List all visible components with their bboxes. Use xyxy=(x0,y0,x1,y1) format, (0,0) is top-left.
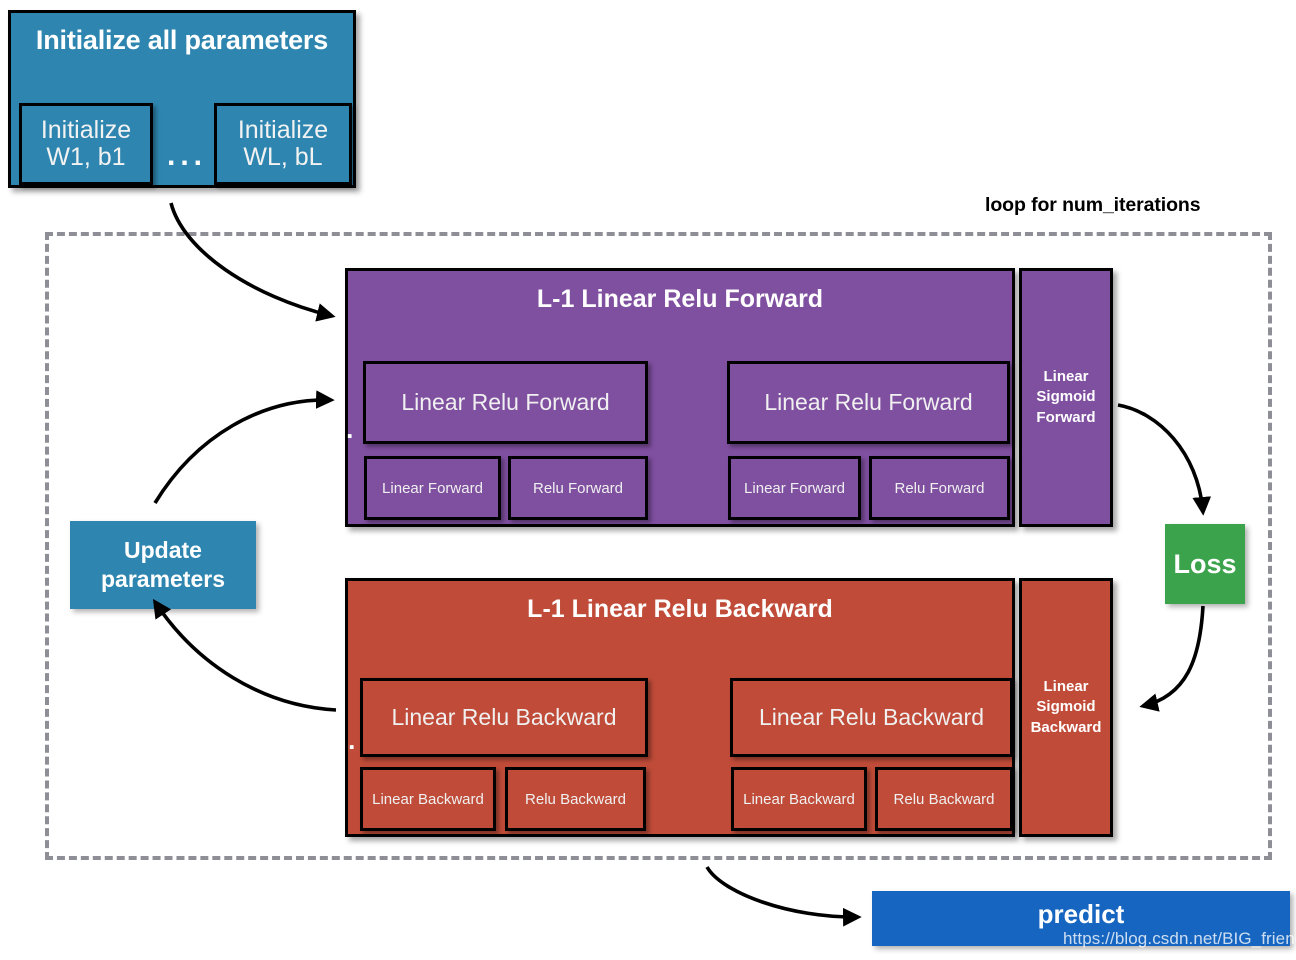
relu-forward-box-2-label: Relu Forward xyxy=(894,479,985,497)
linear-backward-box-1-label: Linear Backward xyxy=(372,790,484,808)
linear-backward-box-2-label: Linear Backward xyxy=(743,790,855,808)
linear-forward-box-2-label: Linear Forward xyxy=(744,479,845,497)
backward-block: L-1 Linear Relu Backward Linear Relu Bac… xyxy=(345,578,1015,837)
linear-backward-box-2: Linear Backward xyxy=(731,767,867,831)
loss-block: Loss xyxy=(1165,524,1245,604)
initialize-last-layer-box: Initialize WL, bL xyxy=(214,103,352,185)
predict-label: predict xyxy=(1037,899,1125,929)
update-parameters-line1: Update xyxy=(124,537,202,564)
linear-relu-backward-unit-2-label: Linear Relu Backward xyxy=(758,704,984,730)
linear-forward-box-2: Linear Forward xyxy=(728,456,861,520)
linear-sigmoid-forward-line2: Sigmoid xyxy=(1036,388,1096,406)
relu-backward-box-2: Relu Backward xyxy=(875,767,1013,831)
linear-forward-box-1: Linear Forward xyxy=(364,456,501,520)
backward-title: L-1 Linear Relu Backward xyxy=(527,595,833,623)
linear-relu-forward-unit-1: Linear Relu Forward xyxy=(363,361,648,444)
forward-ellipsis: ... xyxy=(317,414,361,444)
linear-relu-forward-unit-2: Linear Relu Forward xyxy=(727,361,1010,444)
relu-backward-box-1: Relu Backward xyxy=(505,767,646,831)
relu-forward-box-2: Relu Forward xyxy=(869,456,1010,520)
relu-backward-box-1-label: Relu Backward xyxy=(525,790,626,808)
initialize-first-layer-box: Initialize W1, b1 xyxy=(19,103,153,185)
linear-relu-backward-unit-2: Linear Relu Backward xyxy=(730,678,1013,757)
watermark-text: https://blog.csdn.net/BIG_friend xyxy=(1063,929,1296,948)
linear-sigmoid-backward-block: Linear Sigmoid Backward xyxy=(1019,578,1113,837)
update-parameters-line2: parameters xyxy=(100,566,226,592)
relu-backward-box-2-label: Relu Backward xyxy=(893,790,995,808)
linear-sigmoid-forward-line1: Linear xyxy=(1043,368,1089,386)
linear-sigmoid-forward-line3: Forward xyxy=(1036,408,1096,426)
linear-relu-backward-unit-1: Linear Relu Backward xyxy=(360,678,648,757)
loss-label: Loss xyxy=(1173,548,1237,579)
forward-block: L-1 Linear Relu Forward Linear Relu Forw… xyxy=(345,268,1015,527)
linear-relu-forward-unit-2-label: Linear Relu Forward xyxy=(764,389,973,415)
update-parameters-block: Update parameters xyxy=(70,521,256,609)
initialize-last-layer-line2: WL, bL xyxy=(243,143,323,171)
linear-sigmoid-backward-line1: Linear xyxy=(1043,678,1089,696)
linear-backward-box-1: Linear Backward xyxy=(360,767,496,831)
initialize-title: Initialize all parameters xyxy=(35,25,329,55)
linear-sigmoid-forward-label: Linear Sigmoid Forward xyxy=(1022,367,1110,428)
initialize-first-layer-label: Initialize W1, b1 xyxy=(22,115,150,172)
initialize-all-parameters-block: Initialize all parameters Initialize W1,… xyxy=(8,10,356,188)
linear-sigmoid-forward-block: Linear Sigmoid Forward xyxy=(1019,268,1113,527)
arrow-loop-to-predict xyxy=(705,866,862,927)
initialize-last-layer-line1: Initialize xyxy=(237,115,329,144)
initialize-first-layer-line2: W1, b1 xyxy=(46,143,126,171)
relu-forward-box-1: Relu Forward xyxy=(508,456,648,520)
linear-sigmoid-backward-line3: Backward xyxy=(1030,718,1102,736)
relu-forward-box-1-label: Relu Forward xyxy=(532,479,624,497)
linear-sigmoid-backward-label: Linear Sigmoid Backward xyxy=(1022,677,1110,738)
backward-ellipsis: ... xyxy=(319,725,363,755)
diagram-canvas: Initialize all parameters Initialize W1,… xyxy=(0,0,1296,960)
update-parameters-label: Update parameters xyxy=(70,536,256,594)
linear-forward-box-1-label: Linear Forward xyxy=(382,479,483,497)
linear-sigmoid-backward-line2: Sigmoid xyxy=(1036,698,1096,716)
linear-relu-forward-unit-1-label: Linear Relu Forward xyxy=(401,389,610,415)
initialize-first-layer-line1: Initialize xyxy=(40,115,132,144)
initialize-ellipsis: ... xyxy=(166,139,207,172)
linear-relu-backward-unit-1-label: Linear Relu Backward xyxy=(391,704,617,730)
initialize-last-layer-label: Initialize WL, bL xyxy=(217,115,349,172)
forward-title: L-1 Linear Relu Forward xyxy=(536,285,824,313)
loop-label: loop for num_iterations xyxy=(985,194,1201,216)
